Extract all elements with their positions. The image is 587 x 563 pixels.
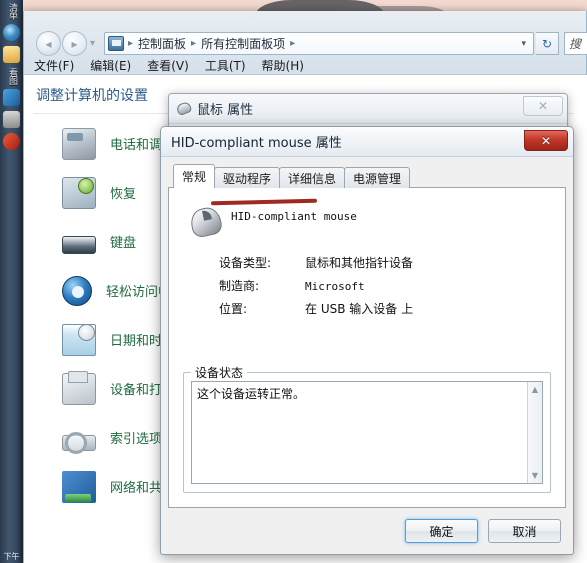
hid-dialog-titlebar[interactable]: HID-compliant mouse 属性 ✕ [161, 127, 573, 157]
tab-label: 详细信息 [288, 171, 337, 186]
tab-label: 常规 [182, 170, 207, 184]
tab-strip: 常规 驱动程序 详细信息 电源管理 [168, 164, 566, 188]
explorer-chrome: ◂ ▸ ▾ ▸ 控制面板 ▸ 所有控制面板项 ▸ ▾ ↻ 搜 文件(F) 编辑(… [24, 11, 587, 75]
breadcrumb-all-items[interactable]: 所有控制面板项 [198, 35, 288, 52]
close-icon: ✕ [540, 133, 552, 148]
hid-dialog-inner: 常规 驱动程序 详细信息 电源管理 HID-compliant mouse 设备… [161, 157, 573, 508]
back-button[interactable]: ◂ [36, 31, 61, 56]
refresh-button[interactable]: ↻ [536, 32, 559, 55]
devices-printers-icon [62, 370, 96, 405]
tab-page-general: HID-compliant mouse 设备类型: 鼠标和其他指针设备 制造商:… [168, 187, 566, 508]
network-sharing-icon [62, 470, 96, 503]
ok-button-label: 确定 [429, 524, 454, 539]
scroll-up-icon[interactable]: ▲ [528, 382, 542, 397]
address-dropdown-icon[interactable]: ▾ [521, 39, 530, 49]
taskbar[interactable]: 清单 看图 下午 [0, 0, 23, 563]
device-fields: 设备类型: 鼠标和其他指针设备 制造商: Microsoft 位置: 在 USB… [219, 254, 551, 317]
cancel-button-label: 取消 [512, 524, 537, 539]
mouse-icon [175, 100, 193, 117]
internet-explorer-icon[interactable] [3, 24, 20, 41]
breadcrumb-sep-2[interactable]: ▸ [288, 38, 297, 49]
folder-icon[interactable] [3, 46, 20, 63]
indexing-options-icon [62, 431, 96, 454]
menu-bar: 文件(F) 编辑(E) 查看(V) 工具(T) 帮助(H) [24, 55, 586, 75]
field-label: 位置: [219, 302, 248, 316]
device-name: HID-compliant mouse [231, 210, 357, 223]
phone-modem-icon [62, 127, 96, 160]
field-manufacturer: 制造商: Microsoft [219, 277, 551, 294]
address-bar[interactable]: ▸ 控制面板 ▸ 所有控制面板项 ▸ ▾ [104, 32, 534, 55]
ease-of-access-icon [62, 275, 92, 306]
scroll-down-icon[interactable]: ▼ [528, 468, 542, 483]
tab-driver[interactable]: 驱动程序 [214, 167, 281, 188]
cp-item-label: 恢复 [110, 187, 137, 202]
cp-item-label: 索引选项 [110, 432, 163, 447]
cancel-button[interactable]: 取消 [488, 519, 561, 543]
back-arrow-icon: ◂ [45, 36, 52, 51]
field-location: 位置: 在 USB 输入设备 上 [219, 300, 551, 317]
date-time-icon [62, 323, 96, 356]
menu-tools[interactable]: 工具(T) [205, 57, 246, 74]
hid-mouse-properties-dialog[interactable]: HID-compliant mouse 属性 ✕ 常规 驱动程序 详细信息 电源… [160, 126, 574, 555]
close-icon: ✕ [537, 99, 549, 113]
forward-arrow-icon: ▸ [71, 36, 78, 51]
status-scrollbar[interactable]: ▲ ▼ [527, 382, 542, 483]
taskbar-label-1: 看图 [7, 68, 17, 84]
device-status-text: 这个设备运转正常。 [197, 387, 306, 401]
page-title: 调整计算机的设置 [36, 88, 148, 104]
field-value: 在 USB 输入设备 上 [305, 302, 414, 316]
tab-details[interactable]: 详细信息 [279, 167, 346, 188]
recovery-icon [62, 176, 96, 209]
generic-app-icon[interactable] [3, 111, 20, 128]
recent-pages-icon[interactable]: ▾ [90, 38, 95, 49]
menu-edit[interactable]: 编辑(E) [90, 57, 131, 74]
hid-dialog-title: HID-compliant mouse 属性 [171, 136, 342, 151]
media-player-icon[interactable] [3, 133, 20, 150]
field-label: 设备类型: [219, 256, 272, 270]
close-button[interactable]: ✕ [523, 96, 563, 116]
taskbar-label-0: 清单 [7, 3, 17, 19]
mouse-dialog-titlebar[interactable]: 鼠标 属性 ✕ [169, 94, 567, 124]
field-label: 制造商: [219, 279, 260, 293]
tab-label: 电源管理 [353, 171, 402, 186]
control-panel-icon [108, 36, 124, 51]
red-annotation-line [210, 198, 318, 206]
mouse-dialog-title: 鼠标 属性 [197, 103, 254, 118]
field-value: Microsoft [305, 280, 365, 293]
device-status-group: 设备状态 这个设备运转正常。 ▲ ▼ [183, 364, 551, 493]
menu-help[interactable]: 帮助(H) [262, 57, 304, 74]
menu-view[interactable]: 查看(V) [147, 57, 189, 74]
keyboard-icon [62, 236, 96, 254]
cp-item-label: 键盘 [110, 236, 137, 251]
field-device-type: 设备类型: 鼠标和其他指针设备 [219, 254, 551, 271]
breadcrumb-sep-1[interactable]: ▸ [189, 38, 198, 49]
ok-button[interactable]: 确定 [405, 519, 478, 543]
device-status-legend: 设备状态 [191, 364, 248, 381]
device-header: HID-compliant mouse [183, 198, 551, 238]
search-input[interactable]: 搜 [564, 32, 587, 55]
menu-file[interactable]: 文件(F) [34, 57, 74, 74]
windows-icon[interactable] [3, 89, 20, 106]
forward-button[interactable]: ▸ [62, 31, 87, 56]
taskbar-clock[interactable]: 下午 [1, 552, 22, 561]
breadcrumb-sep-0: ▸ [128, 38, 134, 49]
close-button[interactable]: ✕ [524, 130, 568, 151]
field-value: 鼠标和其他指针设备 [305, 256, 414, 270]
breadcrumb-control-panel[interactable]: 控制面板 [135, 35, 189, 52]
tab-power-management[interactable]: 电源管理 [344, 167, 411, 188]
device-status-box[interactable]: 这个设备运转正常。 ▲ ▼ [191, 381, 543, 484]
mouse-device-icon [187, 204, 223, 238]
refresh-icon: ↻ [541, 36, 553, 51]
dialog-buttons: 确定 取消 [161, 508, 573, 554]
tab-label: 驱动程序 [223, 171, 272, 186]
tab-general[interactable]: 常规 [173, 164, 216, 188]
